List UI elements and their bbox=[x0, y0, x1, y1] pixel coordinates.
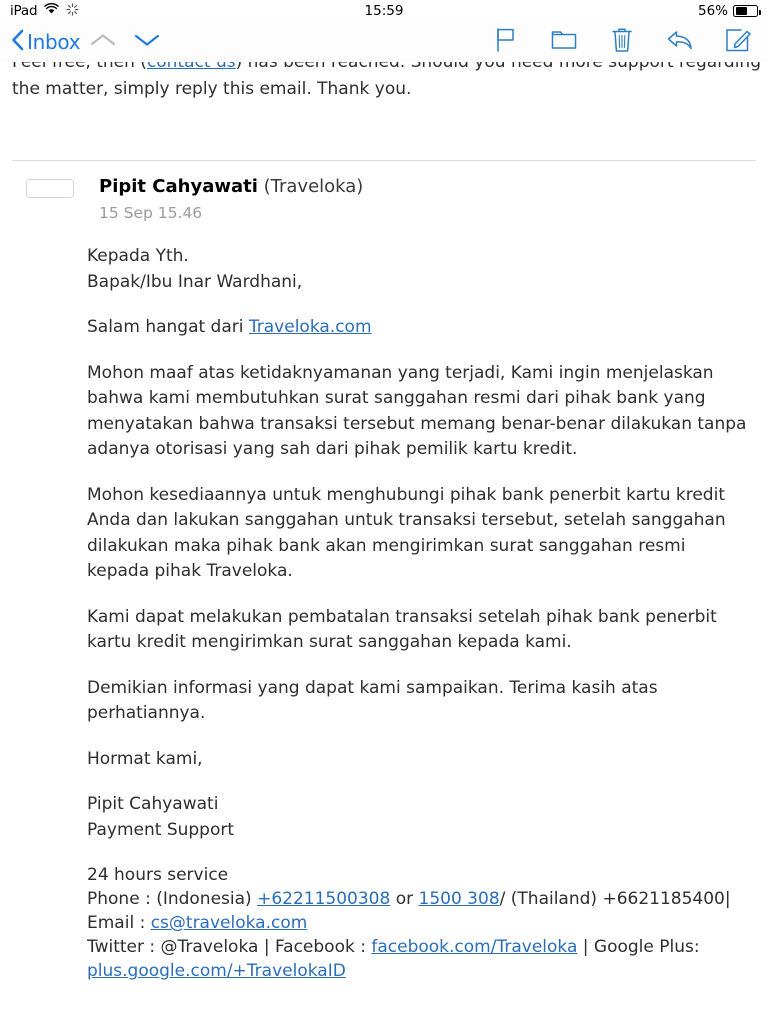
phone-or: or bbox=[390, 889, 419, 909]
flag-icon bbox=[494, 27, 518, 57]
service-hours: 24 hours service bbox=[87, 865, 229, 885]
signature-name: Pipit Cahyawati bbox=[87, 794, 219, 814]
email-link[interactable]: cs@traveloka.com bbox=[151, 913, 308, 933]
battery-percent-label: 56% bbox=[697, 3, 728, 19]
reply-button[interactable] bbox=[664, 26, 696, 58]
clock-label: 15:59 bbox=[364, 3, 404, 19]
phone-suffix: / (Thailand) +6621185400| bbox=[499, 889, 731, 909]
body-paragraph-2: Mohon kesediaannya untuk menghubungi pih… bbox=[87, 484, 726, 582]
sender-organization: (Traveloka) bbox=[263, 176, 364, 197]
phone-link-indonesia[interactable]: +62211500308 bbox=[257, 889, 390, 909]
next-message-button[interactable] bbox=[126, 26, 168, 58]
salutation-block: Kepada Yth. Bapak/Ibu Inar Wardhani, bbox=[87, 244, 748, 295]
body-paragraph-1: Mohon maaf atas ketidaknyamanan yang ter… bbox=[87, 362, 747, 460]
broken-image-placeholder bbox=[26, 179, 74, 198]
greeting-line: Salam hangat dari Traveloka.com bbox=[87, 315, 748, 341]
back-to-inbox-button[interactable]: Inbox bbox=[10, 28, 81, 56]
clipped-text-prefix: Feel free, then ( bbox=[12, 62, 147, 72]
previous-message-clipped-line: Feel free, then (contact us) has been re… bbox=[0, 62, 768, 75]
social-line: Twitter : @Traveloka | Facebook : facebo… bbox=[87, 935, 748, 983]
email-label: Email : bbox=[87, 913, 151, 933]
wifi-icon bbox=[44, 3, 60, 19]
move-to-folder-button[interactable] bbox=[548, 26, 580, 58]
phone-line: Phone : (Indonesia) +62211500308 or 1500… bbox=[87, 887, 748, 911]
previous-message-button[interactable] bbox=[82, 26, 124, 58]
sync-activity-icon bbox=[66, 2, 79, 20]
sender-line: Pipit Cahyawati (Traveloka) bbox=[99, 175, 363, 199]
google-plus-link[interactable]: plus.google.com/+TravelokaID bbox=[87, 961, 346, 981]
compose-icon bbox=[725, 27, 751, 57]
phone-label: Phone : (Indonesia) bbox=[87, 889, 258, 909]
chevron-down-icon bbox=[134, 32, 160, 52]
body-paragraph-3: Kami dapat melakukan pembatalan transaks… bbox=[87, 606, 717, 653]
folder-icon bbox=[551, 29, 577, 55]
body-paragraph-4: Demikian informasi yang dapat kami sampa… bbox=[87, 677, 658, 724]
chevron-left-icon bbox=[10, 28, 24, 56]
back-button-label: Inbox bbox=[27, 30, 81, 54]
compose-button[interactable] bbox=[722, 26, 754, 58]
navigation-bar: Inbox bbox=[0, 22, 768, 62]
reply-icon bbox=[666, 28, 694, 56]
trash-icon bbox=[611, 27, 633, 57]
message-date: 15 Sep 15.46 bbox=[99, 204, 203, 222]
phone-link-short[interactable]: 1500 308 bbox=[419, 889, 500, 909]
twitter-label: Twitter : @Traveloka | Facebook : bbox=[87, 937, 372, 957]
flag-button[interactable] bbox=[490, 26, 522, 58]
salutation-line-1: Kepada Yth. bbox=[87, 246, 189, 266]
traveloka-link[interactable]: Traveloka.com bbox=[249, 317, 372, 337]
message-thread-scroll-area[interactable]: Feel free, then (contact us) has been re… bbox=[0, 62, 768, 1024]
status-bar-right: 56% bbox=[697, 3, 761, 19]
greeting-prefix: Salam hangat dari bbox=[87, 317, 249, 337]
status-bar: iPad 15:59 56% bbox=[0, 0, 768, 22]
previous-message-tail-line: the matter, simply reply this email. Tha… bbox=[12, 79, 412, 99]
sender-name: Pipit Cahyawati bbox=[99, 176, 258, 197]
status-bar-clock: 15:59 bbox=[0, 0, 768, 22]
navigation-left-group: Inbox bbox=[10, 26, 168, 58]
contact-footer: 24 hours service Phone : (Indonesia) +62… bbox=[87, 863, 748, 983]
signature-block: Pipit Cahyawati Payment Support bbox=[87, 792, 748, 843]
clipped-text-suffix: ) has been reached. Should you need more… bbox=[235, 62, 761, 72]
message-body-pipit: Kepada Yth. Bapak/Ibu Inar Wardhani, Sal… bbox=[0, 228, 768, 983]
message-header-text: Pipit Cahyawati (Traveloka) 15 Sep 15.46 bbox=[99, 175, 363, 224]
signature-title: Payment Support bbox=[87, 819, 235, 840]
battery-icon bbox=[733, 5, 761, 17]
salutation-line-2: Bapak/Ibu Inar Wardhani, bbox=[87, 271, 303, 292]
contact-us-link[interactable]: contact us bbox=[147, 62, 236, 72]
closing-line: Hormat kami, bbox=[87, 748, 203, 769]
chevron-up-icon bbox=[90, 32, 116, 52]
navigation-toolbar bbox=[490, 26, 754, 58]
facebook-link[interactable]: facebook.com/Traveloka bbox=[371, 937, 577, 957]
google-plus-label: | Google Plus: bbox=[577, 937, 700, 957]
device-name-label: iPad bbox=[10, 3, 38, 19]
status-bar-left: iPad bbox=[10, 2, 79, 20]
message-header-pipit[interactable]: Pipit Cahyawati (Traveloka) 15 Sep 15.46 bbox=[0, 161, 768, 228]
email-line: Email : cs@traveloka.com bbox=[87, 911, 748, 935]
delete-button[interactable] bbox=[606, 26, 638, 58]
